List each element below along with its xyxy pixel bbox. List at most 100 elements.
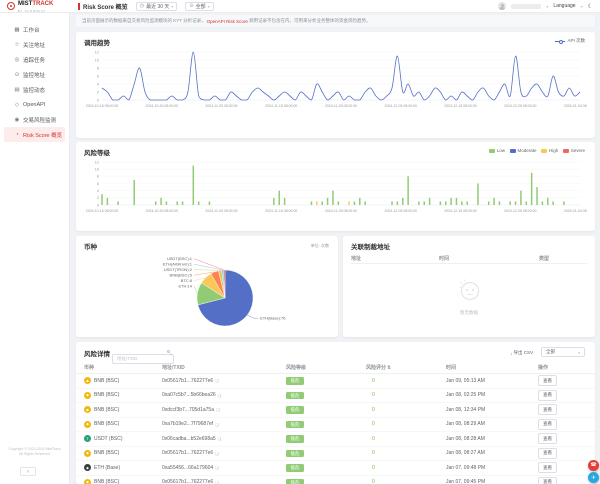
- sidebar-item-tx-risk-monitor[interactable]: ◉交易风险监测: [4, 112, 65, 127]
- svg-text:6: 6: [97, 182, 99, 186]
- misttrack-logo[interactable]: MISTTRACK BY SLOWMIST: [0, 0, 70, 14]
- search-box[interactable]: [112, 347, 174, 357]
- dark-mode-toggle[interactable]: ☾: [588, 3, 593, 10]
- copy-icon[interactable]: ❏: [215, 422, 219, 427]
- export-csv-button[interactable]: ↓ 导出 CSV: [510, 350, 533, 356]
- table-row: ◆ETH (Base)0xa55456...66a179604❏低危0Jan 0…: [76, 461, 595, 476]
- customer-service-button[interactable]: ☎: [588, 460, 599, 471]
- workbench-icon: ▦: [14, 27, 20, 33]
- coin-cell: ◆BNB (BSC): [84, 377, 162, 384]
- table-row: ◆BNB (BSC)0x05617b1...762277e6❏低危0Jan 07…: [76, 476, 595, 484]
- top-bar: MISTTRACK BY SLOWMIST Risk Score 概览 ◷ 最近…: [0, 0, 600, 13]
- address-cell[interactable]: 0x06cadba...b52e698a5❏: [162, 436, 286, 442]
- address-cell[interactable]: 0xa7b19e2...7f79687ef❏: [162, 421, 286, 427]
- table-row: ◆BNB (BSC)0xa7b19e2...7f79687ef❏低危0Jan 0…: [76, 418, 595, 433]
- target-icon: ◎: [14, 57, 20, 63]
- legend-item-moderate[interactable]: Moderate: [510, 148, 537, 153]
- legend-item-low[interactable]: Low: [489, 148, 505, 153]
- address-cell[interactable]: 0x05617b1...762277e6❏: [162, 378, 286, 384]
- view-button[interactable]: 查看: [538, 477, 557, 484]
- sort-icon: ⇅: [387, 365, 391, 371]
- level-filter-select[interactable]: 全部 ▾: [541, 347, 585, 357]
- sidebar-item-monitor-address[interactable]: ⊙监控地址: [4, 67, 65, 82]
- view-button[interactable]: 查看: [538, 433, 557, 444]
- copy-icon[interactable]: ❏: [216, 407, 220, 412]
- risk-score-value: 0: [372, 421, 375, 427]
- svg-text:2024-12-15 08:00:00: 2024-12-15 08:00:00: [444, 209, 477, 213]
- svg-text:2024-11-05 08:00:00: 2024-11-05 08:00:00: [205, 209, 237, 213]
- sidebar-collapse-button[interactable]: ‹: [20, 467, 36, 476]
- view-button[interactable]: 查看: [538, 448, 557, 459]
- copy-icon[interactable]: ❏: [218, 436, 222, 441]
- risk-score-value: 0: [372, 378, 375, 384]
- coin-filter-icon: ⊙: [189, 3, 193, 9]
- coin-icon: ◆: [84, 406, 91, 413]
- view-button[interactable]: 查看: [538, 462, 557, 473]
- risk-score-value: 0: [372, 479, 375, 484]
- address-cell[interactable]: 0x05617b1...762277e6❏: [162, 450, 286, 456]
- coin-icon: T: [84, 435, 91, 442]
- address-cell[interactable]: 0xa55456...66a179604❏: [162, 465, 286, 471]
- view-button[interactable]: 查看: [538, 419, 557, 430]
- high-swatch: [541, 149, 547, 153]
- address-cell[interactable]: 0xa07c5b7...5b66bea26❏: [162, 392, 286, 398]
- sidebar-item-monitor-feed[interactable]: ▤监控动态: [4, 82, 65, 97]
- svg-text:USDT(TRON):2: USDT(TRON):2: [164, 267, 193, 272]
- severe-swatch: [563, 149, 569, 153]
- feed-icon: ▤: [14, 87, 20, 93]
- view-button[interactable]: 查看: [538, 375, 557, 386]
- view-button[interactable]: 查看: [538, 404, 557, 415]
- phone-icon: ☎: [590, 462, 596, 468]
- sidebar-item-openapi[interactable]: ◇OpenAPI: [4, 97, 65, 112]
- time-cell: Jan 07, 09:48 PM: [446, 465, 538, 471]
- svg-text:2025-01-04 08:00:00: 2025-01-04 08:00:00: [564, 104, 587, 108]
- sidebar-item-trace-task[interactable]: ◎追踪任务: [4, 52, 65, 67]
- copy-icon[interactable]: ❏: [215, 480, 219, 484]
- svg-text:2: 2: [97, 90, 99, 94]
- trend-legend[interactable]: API 次数: [555, 38, 585, 44]
- coin-cell: ◆BNB (BSC): [84, 392, 162, 399]
- time-cell: Jan 08, 08:29 AM: [446, 421, 538, 427]
- page-title: Risk Score 概览: [78, 2, 128, 11]
- time-cell: Jan 07, 09:45 PM: [446, 479, 538, 484]
- risk-legend[interactable]: Low Moderate High Severe: [489, 148, 585, 153]
- notice-highlight: OpenAPI Risk Score: [207, 19, 248, 24]
- legend-item-severe[interactable]: Severe: [563, 148, 585, 153]
- address-cell[interactable]: 0xdccf3b7...705d1a75a❏: [162, 407, 286, 413]
- sortable-column[interactable]: 风险评分⇅: [366, 364, 446, 371]
- sidebar-item-watch-address[interactable]: ☆关注地址: [4, 37, 65, 52]
- address-cell[interactable]: 0x05617b1...762277e6❏: [162, 479, 286, 484]
- table-row: ◆BNB (BSC)0xdccf3b7...705d1a75a❏低危0Jan 0…: [76, 403, 595, 418]
- risk-level-chart: 0246810122024-10-16 08:00:002024-10-26 0…: [84, 158, 587, 220]
- date-range-select[interactable]: ◷ 最近 30 天 ▾: [136, 2, 178, 11]
- coin-filter-select[interactable]: ⊙ 全部 ▾: [185, 2, 213, 11]
- svg-text:4: 4: [97, 189, 99, 193]
- copy-icon[interactable]: ❏: [215, 465, 219, 470]
- view-button[interactable]: 查看: [538, 390, 557, 401]
- chevron-down-icon: ▾: [171, 4, 173, 9]
- date-range-value: 最近 30 天: [146, 3, 169, 10]
- language-menu[interactable]: Language: [553, 3, 575, 9]
- svg-text:2024-12-25 08:00:00: 2024-12-25 08:00:00: [504, 104, 537, 108]
- username-redacted[interactable]: [511, 4, 541, 9]
- sidebar-item-workbench[interactable]: ▦工作台: [4, 22, 65, 37]
- monitor-icon: ⊙: [14, 72, 20, 78]
- telegram-button[interactable]: ✈: [588, 472, 599, 483]
- risk-level-badge: 低危: [286, 464, 304, 472]
- legend-item-high[interactable]: High: [541, 148, 558, 153]
- tokens-pie-chart: ETH(Base):76USDT(BSC):1ETH(Arbitrum):1US…: [80, 250, 334, 334]
- details-table-header: 币种 地址/TXID 风险等级 风险评分⇅ 时间 操作: [76, 362, 595, 374]
- svg-text:10: 10: [95, 168, 99, 172]
- clock-icon: ◷: [140, 3, 144, 9]
- empty-face-icon: [456, 276, 482, 302]
- copy-icon[interactable]: ❏: [215, 378, 219, 383]
- level-filter-value: 全部: [546, 349, 555, 355]
- details-title: 风险详情: [84, 348, 110, 358]
- sidebar-item-risk-score[interactable]: ◔Risk Score 概览: [4, 127, 65, 142]
- user-avatar[interactable]: [498, 2, 506, 10]
- risk-score-value: 0: [372, 436, 375, 442]
- risk-score-value: 0: [372, 450, 375, 456]
- table-row: ◆BNB (BSC)0x05617b1...762277e6❏低危0Jan 08…: [76, 447, 595, 462]
- copy-icon[interactable]: ❏: [218, 393, 222, 398]
- copy-icon[interactable]: ❏: [215, 451, 219, 456]
